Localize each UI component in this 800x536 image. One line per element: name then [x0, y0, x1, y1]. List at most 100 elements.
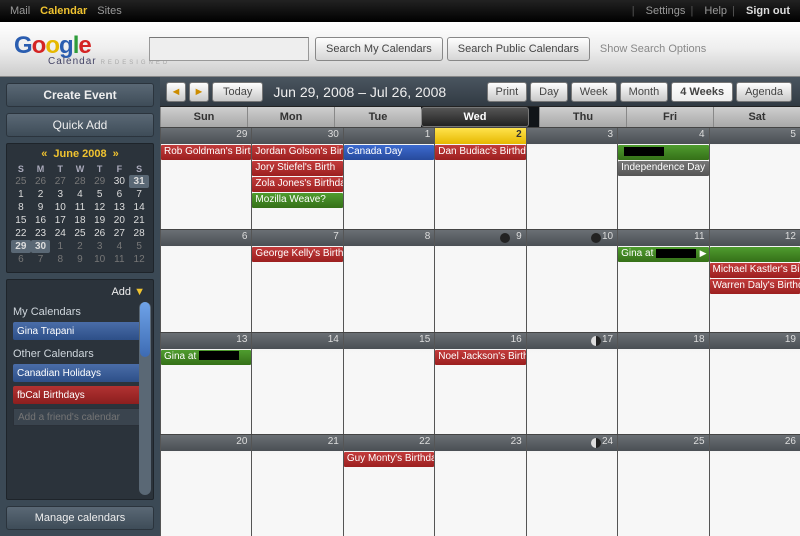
mini-day[interactable]: 24 — [50, 227, 70, 240]
mini-day[interactable]: 12 — [90, 201, 110, 214]
day-cell[interactable]: 4 Independence Day — [617, 128, 708, 229]
day-cell[interactable]: 13Gina at — [160, 333, 251, 434]
mini-day[interactable]: 2 — [31, 188, 51, 201]
mini-day[interactable]: 18 — [70, 214, 90, 227]
view-month-button[interactable]: Month — [620, 82, 669, 102]
other-calendar-fbcal[interactable]: fbCal Birthdays▼ — [13, 386, 151, 404]
prev-button[interactable]: ◄ — [166, 82, 186, 102]
mini-next-icon[interactable]: » — [107, 148, 125, 160]
search-my-calendars-button[interactable]: Search My Calendars — [315, 37, 443, 61]
mini-day[interactable]: 5 — [90, 188, 110, 201]
event[interactable]: Mozilla Weave? — [252, 193, 342, 208]
mini-day[interactable]: 14 — [129, 201, 149, 214]
event[interactable]: Gina at — [161, 350, 251, 365]
day-cell[interactable]: 12 Michael Kastler's BirWarren Daly's Bi… — [709, 230, 800, 331]
event[interactable]: Michael Kastler's Bir — [710, 263, 800, 278]
mini-day[interactable]: 20 — [110, 214, 130, 227]
calendar-link[interactable]: Calendar — [40, 5, 87, 17]
mini-day[interactable]: 3 — [50, 188, 70, 201]
day-cell[interactable]: 18 — [617, 333, 708, 434]
day-cell[interactable]: 30Jordan Golson's BirtJory Stiefel's Bir… — [251, 128, 342, 229]
mini-day[interactable]: 27 — [110, 227, 130, 240]
next-button[interactable]: ► — [189, 82, 209, 102]
mini-day[interactable]: 7 — [31, 253, 51, 266]
mini-day[interactable]: 29 — [90, 175, 110, 188]
my-calendar-item[interactable]: Gina Trapani▼ — [13, 322, 151, 340]
mini-day[interactable]: 3 — [90, 240, 110, 253]
calendar-list-scrollbar[interactable] — [139, 302, 151, 495]
mini-day[interactable]: 26 — [31, 175, 51, 188]
day-cell[interactable]: 21 — [251, 435, 342, 536]
event[interactable]: Gina at ▶ — [618, 247, 708, 262]
day-cell[interactable]: 6 — [160, 230, 251, 331]
add-calendar-button[interactable]: Add ▼ — [13, 284, 151, 302]
mini-day[interactable]: 26 — [90, 227, 110, 240]
mini-day[interactable]: 16 — [31, 214, 51, 227]
create-event-button[interactable]: Create Event — [6, 83, 154, 107]
day-cell[interactable]: 26 — [709, 435, 800, 536]
event[interactable]: George Kelly's Birthd — [252, 247, 342, 262]
day-cell[interactable]: 9 — [434, 230, 525, 331]
mini-day[interactable]: 13 — [110, 201, 130, 214]
event[interactable]: Rob Goldman's Birth — [161, 145, 251, 160]
view-day-button[interactable]: Day — [530, 82, 568, 102]
day-cell[interactable]: 15 — [343, 333, 434, 434]
manage-calendars-button[interactable]: Manage calendars — [6, 506, 154, 530]
day-cell[interactable]: 24 — [526, 435, 617, 536]
mini-day[interactable]: 9 — [70, 253, 90, 266]
mini-day[interactable]: 25 — [11, 175, 31, 188]
day-cell[interactable]: 14 — [251, 333, 342, 434]
mini-day[interactable]: 28 — [70, 175, 90, 188]
event[interactable]: Dan Budiac's Birthda — [435, 145, 525, 160]
event[interactable]: Warren Daly's Birthd — [710, 279, 800, 294]
help-link[interactable]: Help — [704, 5, 727, 17]
view-4weeks-button[interactable]: 4 Weeks — [671, 82, 733, 102]
mini-day[interactable]: 6 — [110, 188, 130, 201]
day-cell[interactable]: 19 — [709, 333, 800, 434]
sites-link[interactable]: Sites — [97, 5, 121, 17]
mini-day[interactable]: 17 — [50, 214, 70, 227]
view-week-button[interactable]: Week — [571, 82, 617, 102]
print-button[interactable]: Print — [487, 82, 528, 102]
mini-day[interactable]: 28 — [129, 227, 149, 240]
day-cell[interactable]: 2Dan Budiac's Birthda — [434, 128, 525, 229]
mini-day[interactable]: 4 — [70, 188, 90, 201]
mini-day[interactable]: 4 — [110, 240, 130, 253]
event[interactable]: Canada Day — [344, 145, 434, 160]
mini-day[interactable]: 23 — [31, 227, 51, 240]
search-input[interactable] — [149, 37, 309, 61]
day-cell[interactable]: 16Noel Jackson's Birth — [434, 333, 525, 434]
day-cell[interactable]: 1Canada Day — [343, 128, 434, 229]
event[interactable]: Jordan Golson's Birt — [252, 145, 342, 160]
signout-link[interactable]: Sign out — [746, 5, 790, 17]
mini-day[interactable]: 11 — [70, 201, 90, 214]
mini-day[interactable]: 30 — [31, 240, 51, 253]
mini-day[interactable]: 30 — [110, 175, 130, 188]
day-cell[interactable]: 22Guy Monty's Birthda — [343, 435, 434, 536]
day-cell[interactable]: 17 — [526, 333, 617, 434]
mini-day[interactable]: 2 — [70, 240, 90, 253]
mini-day[interactable]: 19 — [90, 214, 110, 227]
mini-prev-icon[interactable]: « — [35, 148, 53, 160]
event[interactable] — [710, 247, 800, 262]
day-cell[interactable]: 10 — [526, 230, 617, 331]
day-cell[interactable]: 7George Kelly's Birthd — [251, 230, 342, 331]
mini-day[interactable]: 31 — [129, 175, 149, 188]
other-calendar-canadian[interactable]: Canadian Holidays▼ — [13, 364, 151, 382]
mini-day[interactable]: 8 — [50, 253, 70, 266]
day-cell[interactable]: 25 — [617, 435, 708, 536]
event[interactable] — [618, 145, 708, 160]
quick-add-button[interactable]: Quick Add — [6, 113, 154, 137]
day-cell[interactable]: 20 — [160, 435, 251, 536]
event[interactable]: Zola Jones's Birthda — [252, 177, 342, 192]
mini-day[interactable]: 8 — [11, 201, 31, 214]
mail-link[interactable]: Mail — [10, 5, 30, 17]
day-cell[interactable]: 5 — [709, 128, 800, 229]
day-cell[interactable]: 23 — [434, 435, 525, 536]
mini-day[interactable]: 9 — [31, 201, 51, 214]
mini-day[interactable]: 10 — [50, 201, 70, 214]
search-options-link[interactable]: Show Search Options — [600, 43, 706, 55]
mini-day[interactable]: 29 — [11, 240, 31, 253]
mini-day[interactable]: 11 — [110, 253, 130, 266]
today-button[interactable]: Today — [212, 82, 263, 102]
